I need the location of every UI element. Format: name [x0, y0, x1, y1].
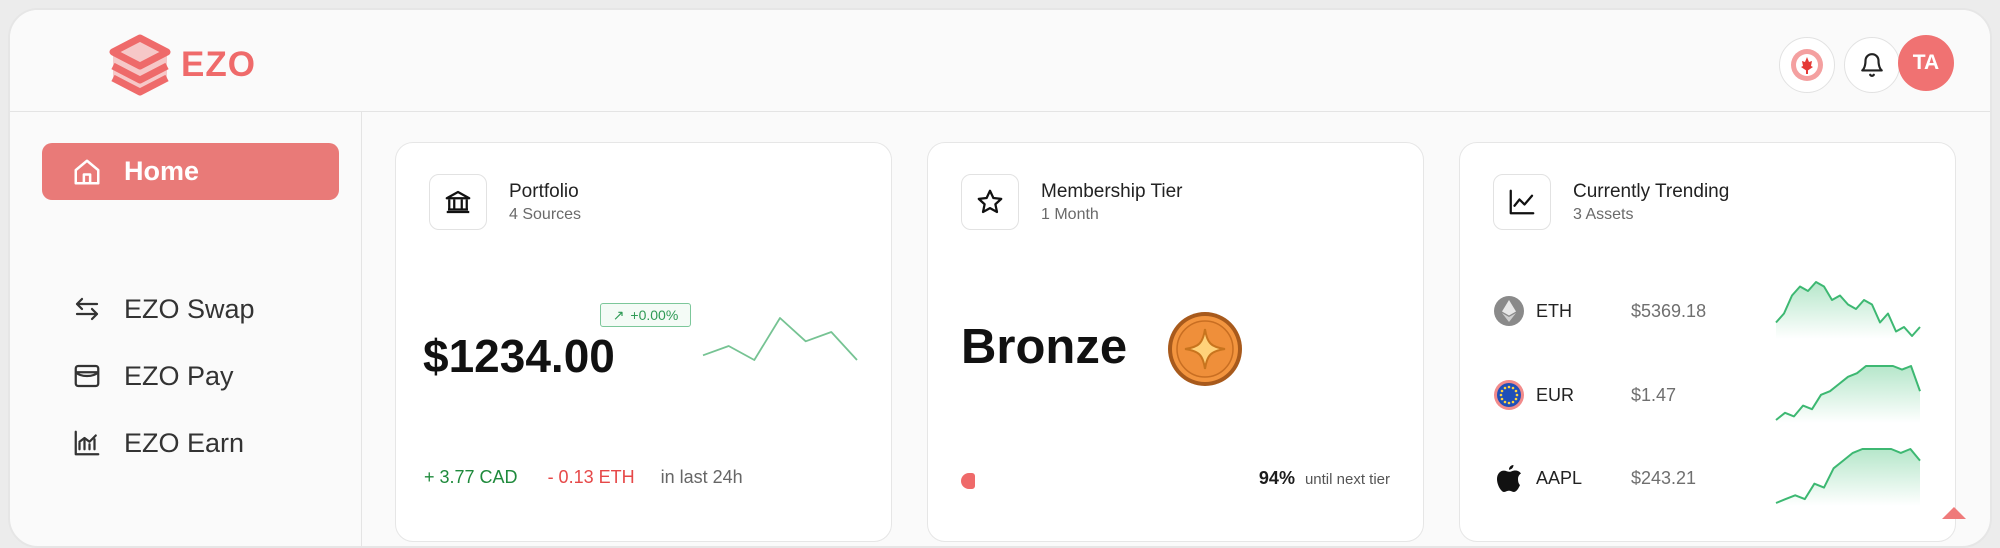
apple-icon: [1493, 462, 1525, 494]
asset-row-aapl[interactable]: AAPL $243.21: [1493, 448, 1933, 506]
home-icon: [72, 157, 102, 187]
top-bar: EZO TA: [10, 10, 1990, 112]
portfolio-card[interactable]: Portfolio 4 Sources ↗ +0.00% $1234.00 + …: [395, 142, 892, 542]
asset-sparkline: [1775, 448, 1921, 506]
arrow-up-right-icon: ↗: [612, 306, 625, 323]
tier-percent-note: until next tier: [1304, 471, 1390, 488]
asset-price: $243.21: [1631, 467, 1697, 488]
region-button[interactable]: [1779, 37, 1835, 93]
portfolio-footer: + 3.77 CAD - 0.13 ETH in last 24h: [424, 467, 743, 488]
card-subtitle: 4 Sources: [509, 205, 582, 223]
card-subtitle: 3 Assets: [1573, 205, 1634, 223]
asset-symbol: EUR: [1536, 384, 1575, 405]
membership-card[interactable]: Membership Tier 1 Month Bronze 94% until…: [927, 142, 1424, 542]
swap-arrows-icon: [72, 294, 102, 324]
notifications-button[interactable]: [1844, 37, 1900, 93]
tier-name: Bronze: [961, 320, 1128, 374]
app-window: EZO TA Home EZO Swap EZO Pay EZO Earn Po…: [8, 8, 1992, 548]
eu-flag-icon: [1493, 379, 1525, 411]
asset-symbol: AAPL: [1536, 467, 1583, 488]
change-badge: ↗ +0.00%: [600, 303, 691, 327]
sidebar-item-home[interactable]: Home: [42, 143, 339, 200]
membership-header: Membership Tier 1 Month: [961, 174, 1183, 230]
user-avatar[interactable]: TA: [1898, 35, 1954, 91]
trending-card[interactable]: Currently Trending 3 Assets ETH $5369.18: [1459, 142, 1956, 542]
tier-progress-bar: [961, 473, 975, 489]
sidebar-item-ezo-swap[interactable]: EZO Swap: [72, 289, 255, 329]
logo-text: EZO: [181, 45, 256, 84]
portfolio-header: Portfolio 4 Sources: [429, 174, 581, 230]
ezo-logo[interactable]: EZO: [105, 30, 256, 100]
loss-value: - 0.13 ETH: [547, 467, 635, 487]
trending-header: Currently Trending 3 Assets: [1493, 174, 1729, 230]
tier-percent: 94%: [1258, 468, 1295, 488]
sidebar-item-ezo-pay[interactable]: EZO Pay: [72, 356, 234, 396]
bronze-medal-icon: [1168, 312, 1242, 386]
asset-sparkline: [1775, 281, 1921, 339]
gain-value: + 3.77 CAD: [424, 467, 518, 487]
card-title: Membership Tier: [1041, 180, 1183, 202]
sidebar-item-label: EZO Swap: [124, 293, 255, 324]
asset-symbol: ETH: [1536, 300, 1572, 321]
card-title: Currently Trending: [1573, 180, 1730, 202]
bell-icon: [1861, 53, 1883, 77]
bank-icon: [429, 174, 487, 230]
asset-sparkline: [1775, 365, 1921, 423]
asset-row-eth[interactable]: ETH $5369.18: [1493, 281, 1933, 339]
star-icon: [961, 174, 1019, 230]
sparkline-area: [1776, 366, 1920, 423]
sparkline-line: [702, 317, 858, 361]
asset-price: $5369.18: [1631, 300, 1707, 321]
portfolio-sparkline: [702, 317, 858, 361]
corner-indicator: [1942, 507, 1966, 519]
card-subtitle: 1 Month: [1041, 205, 1099, 223]
portfolio-balance: $1234.00: [423, 330, 615, 382]
period-label: in last 24h: [660, 467, 743, 487]
sidebar-item-label: EZO Pay: [124, 360, 234, 391]
asset-price: $1.47: [1631, 384, 1677, 405]
wallet-icon: [72, 361, 102, 391]
change-value: +0.00%: [630, 307, 679, 323]
tier-progress-label: 94% until next tier: [1259, 468, 1390, 489]
sidebar: Home EZO Swap EZO Pay EZO Earn: [10, 112, 362, 546]
sidebar-item-ezo-earn[interactable]: EZO Earn: [72, 423, 244, 463]
canada-flag-icon: [1791, 49, 1823, 81]
ethereum-icon: [1493, 295, 1525, 327]
line-chart-icon: [1493, 174, 1551, 230]
sidebar-item-label: Home: [124, 156, 200, 186]
ezo-logo-mark: [109, 34, 171, 96]
asset-row-eur[interactable]: EUR $1.47: [1493, 365, 1933, 423]
card-title: Portfolio: [509, 180, 579, 202]
chart-icon: [72, 428, 102, 458]
sidebar-item-label: EZO Earn: [124, 427, 245, 458]
